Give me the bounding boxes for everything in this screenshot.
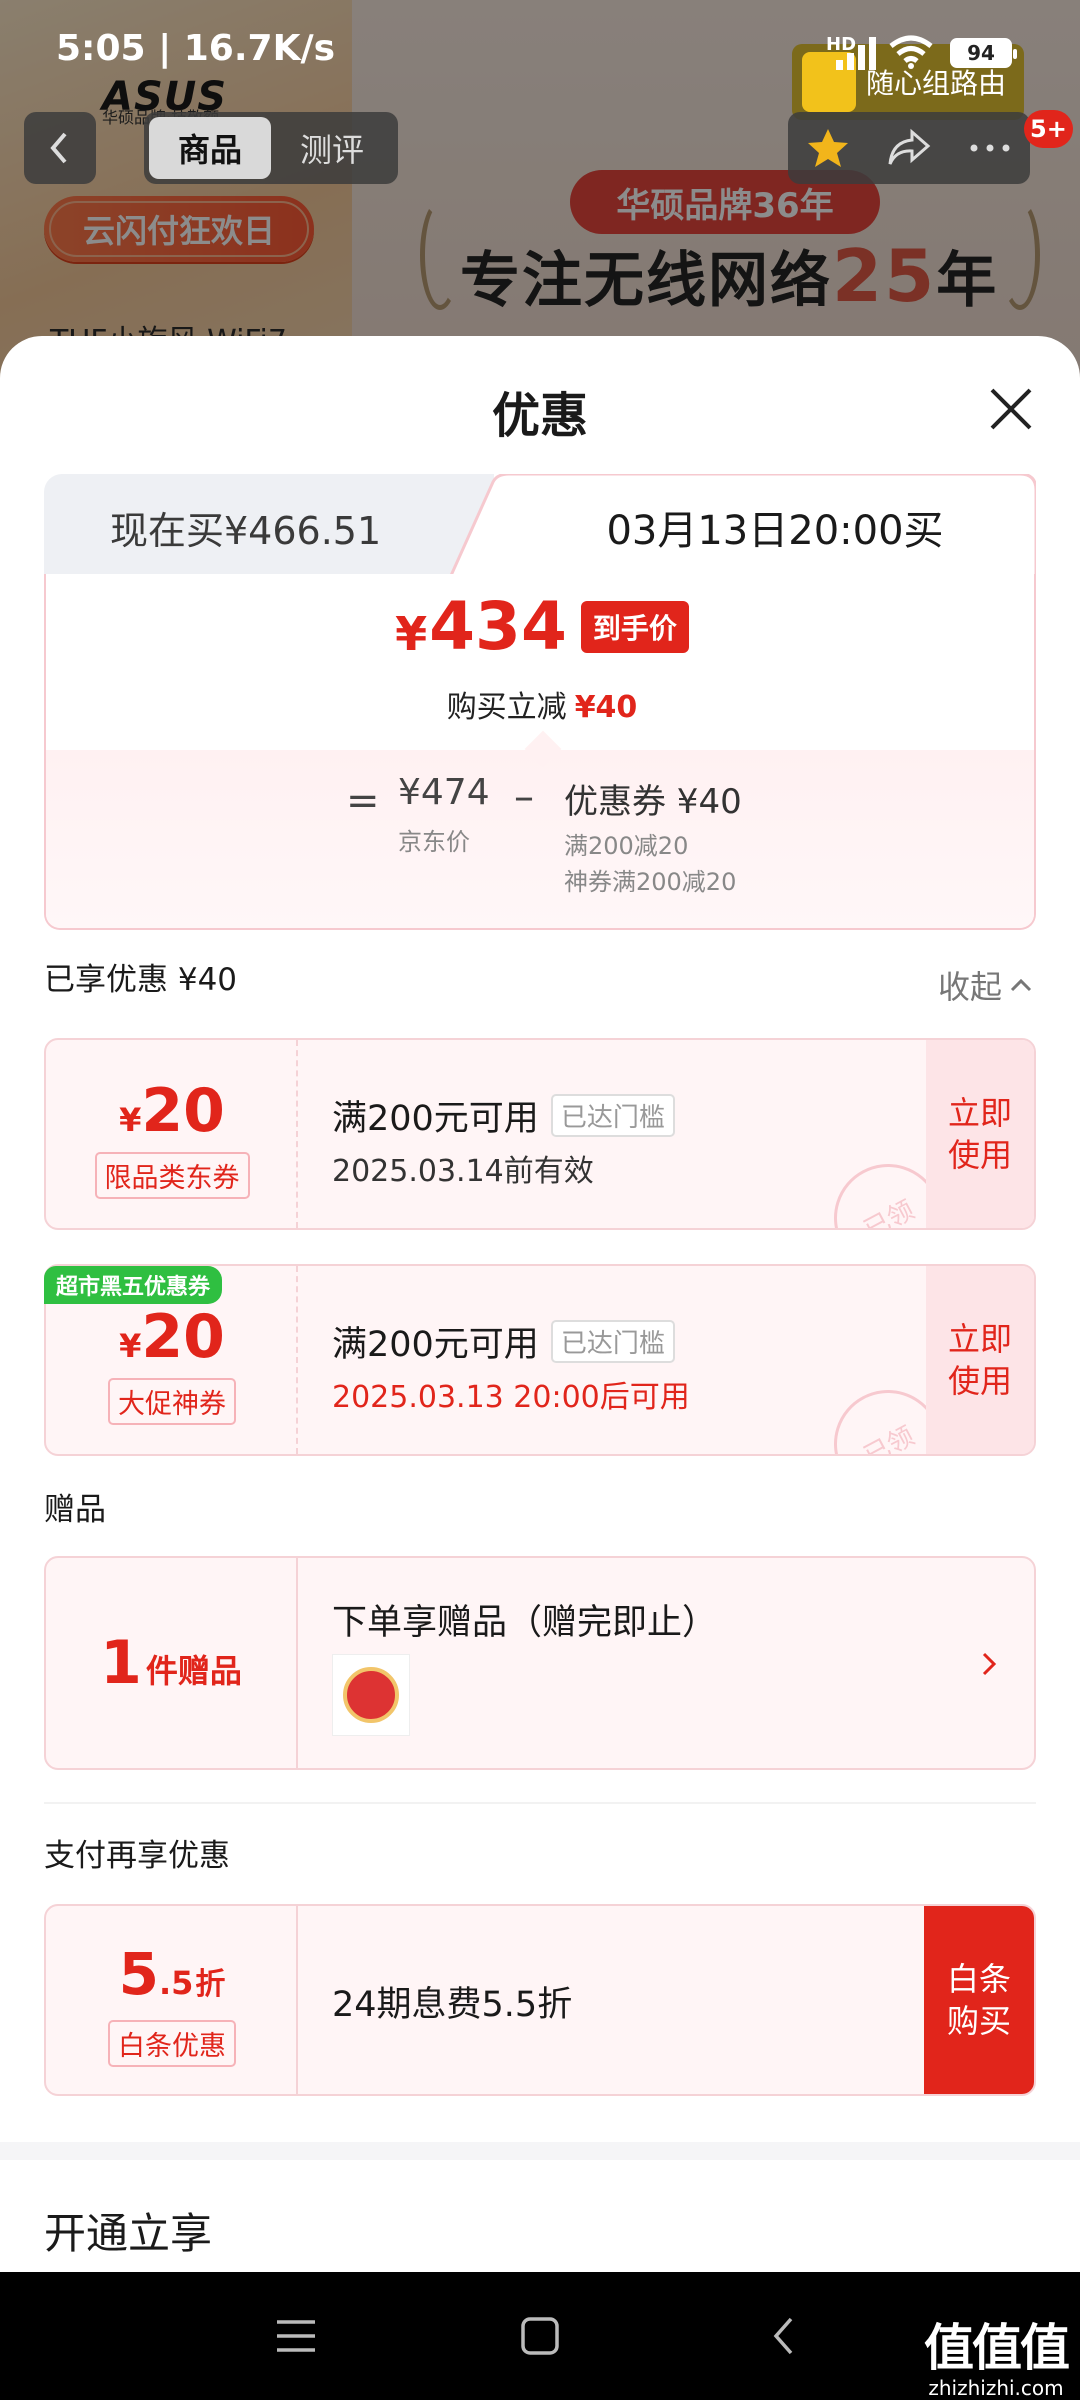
minus-sign: – — [514, 774, 534, 820]
coupon-currency: ¥ — [119, 1101, 142, 1139]
final-price-tag: 到手价 — [580, 600, 689, 653]
gift-card[interactable]: 1 件赠品 下单享赠品（赠完即止） — [44, 1556, 1036, 1770]
coupon-type: 大促神券 — [108, 1378, 236, 1425]
pay-type: 白条优惠 — [108, 2020, 236, 2067]
coupon-title: 满200元可用 已达门槛 — [332, 1316, 675, 1367]
menu-icon — [277, 2320, 315, 2352]
coupon-validity: 2025.03.13 20:00后可用 — [332, 1380, 690, 1415]
home-icon — [521, 2317, 559, 2355]
coupon-amount: ¥20 — [46, 1302, 298, 1372]
jd-price-label: 京东价 — [398, 828, 470, 856]
system-nav-bar — [0, 2272, 1080, 2400]
close-button[interactable] — [980, 378, 1042, 440]
tab-buy-later[interactable]: 03月13日20:00买 — [514, 474, 1036, 580]
tab-buy-now[interactable]: 现在买¥466.51 — [44, 474, 494, 580]
status-time: 5:05 | 16.7K/s — [56, 28, 336, 69]
recent-apps-button[interactable] — [266, 2306, 326, 2366]
chevron-left-icon — [50, 132, 67, 164]
share-icon — [888, 128, 931, 165]
product-tab-switcher: 商品 测评 — [144, 112, 398, 184]
price-detail: ¥ 434 到手价 购买立减 ¥40 = ¥474 京东价 – 优惠券 ¥40 满… — [44, 574, 1036, 930]
reduction-amount: ¥40 — [574, 690, 638, 725]
reduction-label: 购买立减 — [446, 690, 567, 725]
site-watermark: 值值值 zhizhizhi.com — [924, 2308, 1070, 2400]
back-nav-button[interactable] — [754, 2306, 814, 2366]
status-bar: 5:05 | 16.7K/s HD 94 — [0, 0, 1080, 100]
gift-count: 1 — [100, 1628, 142, 1698]
final-price-row: ¥ 434 到手价 — [46, 588, 1038, 665]
currency-symbol: ¥ — [395, 606, 428, 661]
gift-unit: 件赠品 — [145, 1652, 242, 1690]
final-price: 434 — [429, 588, 567, 665]
coupon-title: 满200元可用 已达门槛 — [332, 1090, 675, 1141]
coupon-value-area: ¥20 大促神券 — [46, 1266, 298, 1454]
pay-discount-area: 5.5 折 白条优惠 — [46, 1906, 298, 2094]
coupon-amount: ¥20 — [46, 1076, 298, 1146]
price-breakdown: = ¥474 京东价 – 优惠券 ¥40 满200减20 神券满200减20 — [46, 730, 1034, 928]
gift-title: 下单享赠品（赠完即止） — [332, 1603, 718, 1643]
discount-integer: 5 — [118, 1940, 159, 2008]
instant-reduction: 购买立减 ¥40 — [46, 682, 1038, 726]
more-button[interactable] — [960, 118, 1020, 178]
gift-image — [343, 1667, 399, 1723]
signal-icon — [836, 36, 880, 70]
more-icon — [970, 144, 1010, 152]
tab-product[interactable]: 商品 — [149, 117, 271, 179]
collapse-label: 收起 — [938, 968, 1003, 1006]
watermark-logo: 值值值 — [924, 2319, 1070, 2377]
coupon-rule-2: 神券满200减20 — [564, 868, 737, 896]
favorite-button[interactable] — [798, 118, 858, 178]
equals-sign: = — [346, 778, 380, 824]
coupon-value: 20 — [141, 1076, 225, 1146]
nav-actions — [788, 112, 1030, 184]
coupon-validity: 2025.03.14前有效 — [332, 1154, 594, 1189]
share-button[interactable] — [879, 118, 939, 178]
use-now-button[interactable]: 立即 使用 — [926, 1040, 1034, 1228]
home-button[interactable] — [510, 2306, 570, 2366]
discount-decimal: .5 — [158, 1964, 194, 2002]
chevron-up-icon — [1010, 978, 1032, 992]
price-card: 现在买¥466.51 03月13日20:00买 ¥ 434 到手价 购买立减 ¥4… — [44, 474, 1036, 930]
coupon-total: 优惠券 ¥40 — [564, 782, 742, 822]
chevron-right-icon — [982, 1652, 997, 1676]
collapse-button[interactable]: 收起 — [938, 962, 1032, 1008]
notification-badge: 5+ — [1024, 110, 1073, 148]
discount-unit: 折 — [195, 1967, 226, 2002]
coupon-value: 20 — [141, 1302, 225, 1372]
gift-detail-arrow[interactable] — [974, 1644, 1004, 1684]
wifi-icon — [889, 35, 933, 69]
back-icon — [773, 2317, 793, 2355]
coupon-condition: 满200元可用 — [332, 1099, 539, 1139]
gift-count-area: 1 件赠品 — [46, 1558, 298, 1768]
jd-price: ¥474 — [398, 772, 490, 813]
baitiao-card[interactable]: 5.5 折 白条优惠 24期息费5.5折 白条 购买 — [44, 1904, 1036, 2096]
coupon-card[interactable]: ¥20 限品类东券 满200元可用 已达门槛 2025.03.14前有效 已领 立… — [44, 1038, 1036, 1230]
battery-icon: 94 — [950, 38, 1017, 68]
breakdown-notch — [524, 730, 562, 768]
watermark-domain: zhizhizhi.com — [928, 2376, 1064, 2400]
coupon-value-area: ¥20 限品类东券 — [46, 1040, 298, 1228]
threshold-reached-badge: 已达门槛 — [550, 1094, 675, 1137]
close-icon — [990, 388, 1032, 430]
coupon-currency: ¥ — [119, 1327, 142, 1365]
gift-thumbnail — [332, 1654, 410, 1736]
coupon-rule-1: 满200减20 — [564, 832, 689, 860]
coupon-condition: 满200元可用 — [332, 1325, 539, 1365]
baitiao-buy-button[interactable]: 白条 购买 — [924, 1906, 1034, 2094]
tab-review[interactable]: 测评 — [271, 117, 393, 179]
sheet-title: 优惠 — [491, 388, 588, 444]
threshold-reached-badge: 已达门槛 — [550, 1320, 675, 1363]
use-now-button[interactable]: 立即 使用 — [926, 1266, 1034, 1454]
pay-discount: 5.5 折 — [46, 1940, 298, 2008]
coupon-type: 限品类东券 — [94, 1152, 250, 1199]
pay-offer-text: 24期息费5.5折 — [332, 1985, 573, 2025]
coupon-card[interactable]: ¥20 大促神券 满200元可用 已达门槛 2025.03.13 20:00后可用… — [44, 1264, 1036, 1456]
star-icon — [808, 129, 849, 167]
back-button[interactable] — [24, 112, 96, 184]
